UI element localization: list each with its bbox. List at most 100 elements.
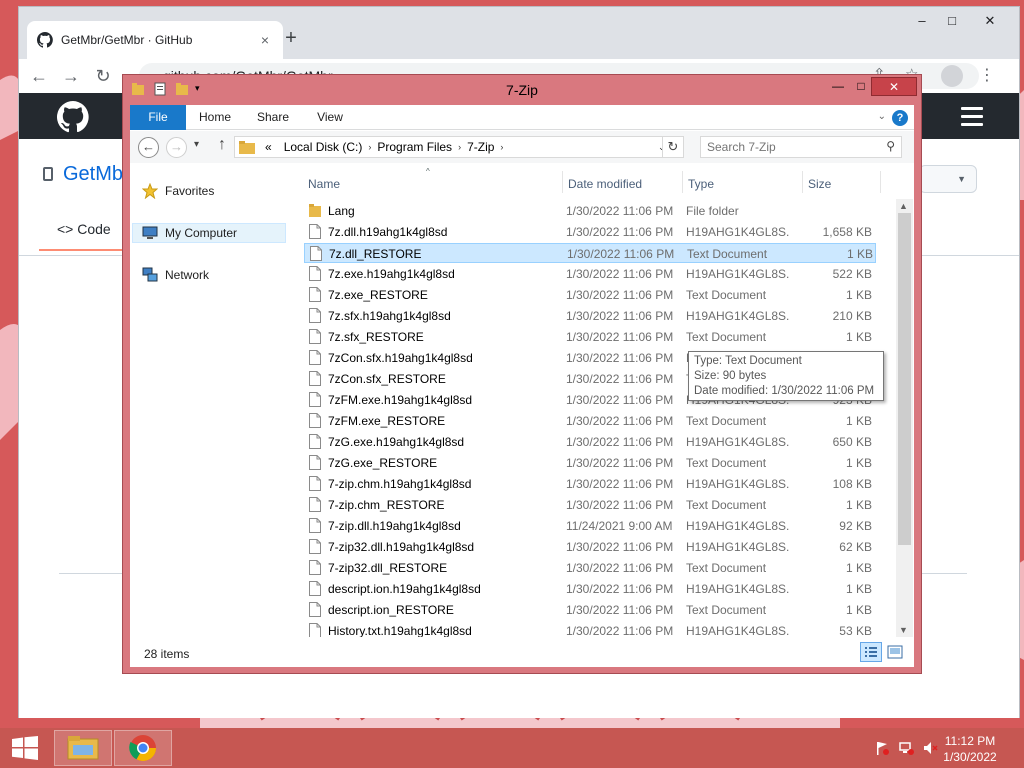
column-name[interactable]: Name — [308, 177, 340, 191]
breadcrumb-local-disk[interactable]: Local Disk (C:) — [284, 140, 363, 154]
star-icon — [142, 183, 158, 199]
file-row[interactable]: 7z.sfx.h19ahg1k4gl8sd 1/30/2022 11:06 PM H… — [304, 306, 876, 326]
expand-ribbon-icon[interactable]: ⌄ — [878, 111, 886, 122]
browser-menu-button[interactable]: ⋮ — [979, 65, 995, 85]
file-date-modified: 1/30/2022 11:06 PM — [566, 288, 674, 302]
network-status-icon[interactable] — [898, 740, 914, 756]
file-name: 7-zip.chm_RESTORE — [328, 498, 445, 512]
refresh-button[interactable]: ↻ — [662, 136, 684, 158]
scroll-down-arrow-icon[interactable]: ▼ — [899, 625, 908, 635]
details-view-button[interactable] — [860, 642, 882, 662]
nav-item-favorites[interactable]: Favorites — [142, 181, 214, 201]
hamburger-menu-icon[interactable] — [961, 107, 983, 126]
file-size: 92 KB — [839, 519, 872, 533]
github-icon — [37, 32, 53, 48]
maximize-browser-button[interactable]: □ — [937, 11, 967, 31]
new-tab-button[interactable]: + — [279, 27, 303, 51]
search-box[interactable]: ⚲ — [700, 136, 902, 158]
column-type[interactable]: Type — [688, 177, 714, 191]
profile-avatar[interactable] — [941, 65, 963, 87]
file-icon — [309, 518, 321, 533]
close-browser-button[interactable]: ✕ — [975, 11, 1005, 31]
file-row[interactable]: 7zG.exe_RESTORE 1/30/2022 11:06 PM Text Do… — [304, 453, 876, 473]
file-icon — [309, 581, 321, 596]
column-divider[interactable] — [562, 171, 563, 193]
file-name: 7z.sfx_RESTORE — [328, 330, 424, 344]
column-divider[interactable] — [880, 171, 881, 193]
file-date-modified: 1/30/2022 11:06 PM — [566, 435, 674, 449]
windows-start-icon[interactable] — [12, 736, 38, 760]
forward-button[interactable]: → — [59, 65, 83, 87]
help-icon[interactable]: ? — [892, 110, 908, 126]
file-row[interactable]: 7zFM.exe_RESTORE 1/30/2022 11:06 PM Text D… — [304, 411, 876, 431]
file-row[interactable]: descript.ion_RESTORE 1/30/2022 11:06 PM Te… — [304, 600, 876, 620]
column-size[interactable]: Size — [808, 177, 831, 191]
taskbar-chrome[interactable] — [114, 730, 172, 766]
file-row[interactable]: 7z.exe_RESTORE 1/30/2022 11:06 PM Text Doc… — [304, 285, 876, 305]
tooltip-type: Type: Text Document — [694, 355, 802, 367]
scroll-up-arrow-icon[interactable]: ▲ — [899, 201, 908, 211]
tab-view[interactable]: View — [310, 105, 350, 130]
file-row[interactable]: 7-zip.chm.h19ahg1k4gl8sd 1/30/2022 11:06 … — [304, 474, 876, 494]
minimize-browser-button[interactable]: – — [907, 11, 937, 31]
nav-item-network[interactable]: Network — [142, 265, 209, 285]
github-logo-icon[interactable] — [57, 101, 89, 133]
repo-name[interactable]: GetMbr — [63, 163, 130, 185]
tab-share[interactable]: Share — [250, 105, 296, 130]
breadcrumb-7zip[interactable]: 7-Zip — [467, 140, 494, 154]
vertical-scrollbar[interactable]: ▲ ▼ — [896, 199, 913, 637]
back-button[interactable]: ← — [27, 65, 51, 87]
search-input[interactable] — [707, 137, 877, 157]
file-row[interactable]: 7z.exe.h19ahg1k4gl8sd 1/30/2022 11:06 PM H… — [304, 264, 876, 284]
minimize-button[interactable]: — — [825, 77, 851, 96]
taskbar-file-explorer[interactable] — [54, 730, 112, 766]
file-row[interactable]: 7z.dll_RESTORE 1/30/2022 11:06 PM Text Doc… — [304, 243, 876, 263]
file-type: Text Document — [687, 247, 768, 261]
file-row[interactable]: 7z.dll.h19ahg1k4gl8sd 1/30/2022 11:06 PM H… — [304, 222, 876, 242]
column-divider[interactable] — [802, 171, 803, 193]
breadcrumb-chevron-icon[interactable]: › — [368, 142, 371, 152]
column-divider[interactable] — [682, 171, 683, 193]
search-icon[interactable]: ⚲ — [886, 139, 895, 153]
breadcrumb-chevron-icon[interactable]: › — [500, 142, 503, 152]
back-button[interactable]: ← — [138, 137, 159, 158]
up-button[interactable]: ↑ — [218, 136, 226, 154]
tab-file[interactable]: File — [130, 105, 186, 130]
file-size: 1 KB — [845, 498, 872, 512]
breadcrumb-program-files[interactable]: Program Files — [377, 140, 452, 154]
tab-code[interactable]: <> Code — [57, 221, 111, 237]
close-button[interactable]: ✕ — [871, 77, 917, 96]
file-row[interactable]: 7zG.exe.h19ahg1k4gl8sd 1/30/2022 11:06 PM… — [304, 432, 876, 452]
file-type: H19AHG1K4GL8S... — [686, 540, 790, 554]
tab-home[interactable]: Home — [194, 105, 236, 130]
scrollbar-thumb[interactable] — [898, 213, 911, 545]
file-row[interactable]: 7-zip.chm_RESTORE 1/30/2022 11:06 PM Text … — [304, 495, 876, 515]
forward-button[interactable]: → — [166, 137, 187, 158]
file-row[interactable]: 7-zip32.dll_RESTORE 1/30/2022 11:06 PM Tex… — [304, 558, 876, 578]
file-date-modified: 11/24/2021 9:00 AM — [566, 519, 673, 533]
column-date-modified[interactable]: Date modified — [568, 177, 642, 191]
repo-title[interactable]: GetMbr — [43, 163, 130, 186]
address-bar[interactable]: « Local Disk (C:) › Program Files › 7-Zi… — [234, 136, 683, 158]
nav-item-my-computer[interactable]: My Computer — [132, 223, 286, 243]
file-icon — [309, 623, 321, 638]
reload-button[interactable]: ↻ — [91, 65, 115, 87]
action-center-flag-icon[interactable] — [874, 740, 890, 756]
file-row[interactable]: 7-zip.dll.h19ahg1k4gl8sd 11/24/2021 9:00 … — [304, 516, 876, 536]
maximize-button[interactable]: □ — [849, 77, 873, 96]
large-icons-view-button[interactable] — [884, 642, 906, 662]
file-row[interactable]: 7z.sfx_RESTORE 1/30/2022 11:06 PM Text Doc… — [304, 327, 876, 347]
recent-locations-dropdown[interactable]: ▾ — [194, 139, 199, 150]
close-tab-icon[interactable]: × — [257, 32, 273, 48]
file-row[interactable]: 7-zip32.dll.h19ahg1k4gl8sd 1/30/2022 11:0… — [304, 537, 876, 557]
browser-tab-github[interactable]: GetMbr/GetMbr · GitHub × — [27, 21, 283, 59]
explorer-titlebar[interactable]: ▾ 7-Zip — □ ✕ — [123, 75, 921, 105]
file-size: 108 KB — [832, 477, 872, 491]
system-clock[interactable]: 11:12 PM 1/30/2022 — [930, 733, 1010, 765]
breadcrumb-chevron-icon[interactable]: › — [458, 142, 461, 152]
clock-date: 1/30/2022 — [943, 750, 997, 764]
file-row[interactable]: descript.ion.h19ahg1k4gl8sd 1/30/2022 11:… — [304, 579, 876, 599]
repo-action-button[interactable]: ▼ — [919, 165, 977, 193]
breadcrumb-overflow[interactable]: « — [265, 140, 272, 154]
file-row[interactable]: Lang 1/30/2022 11:06 PM File folder — [304, 201, 876, 221]
